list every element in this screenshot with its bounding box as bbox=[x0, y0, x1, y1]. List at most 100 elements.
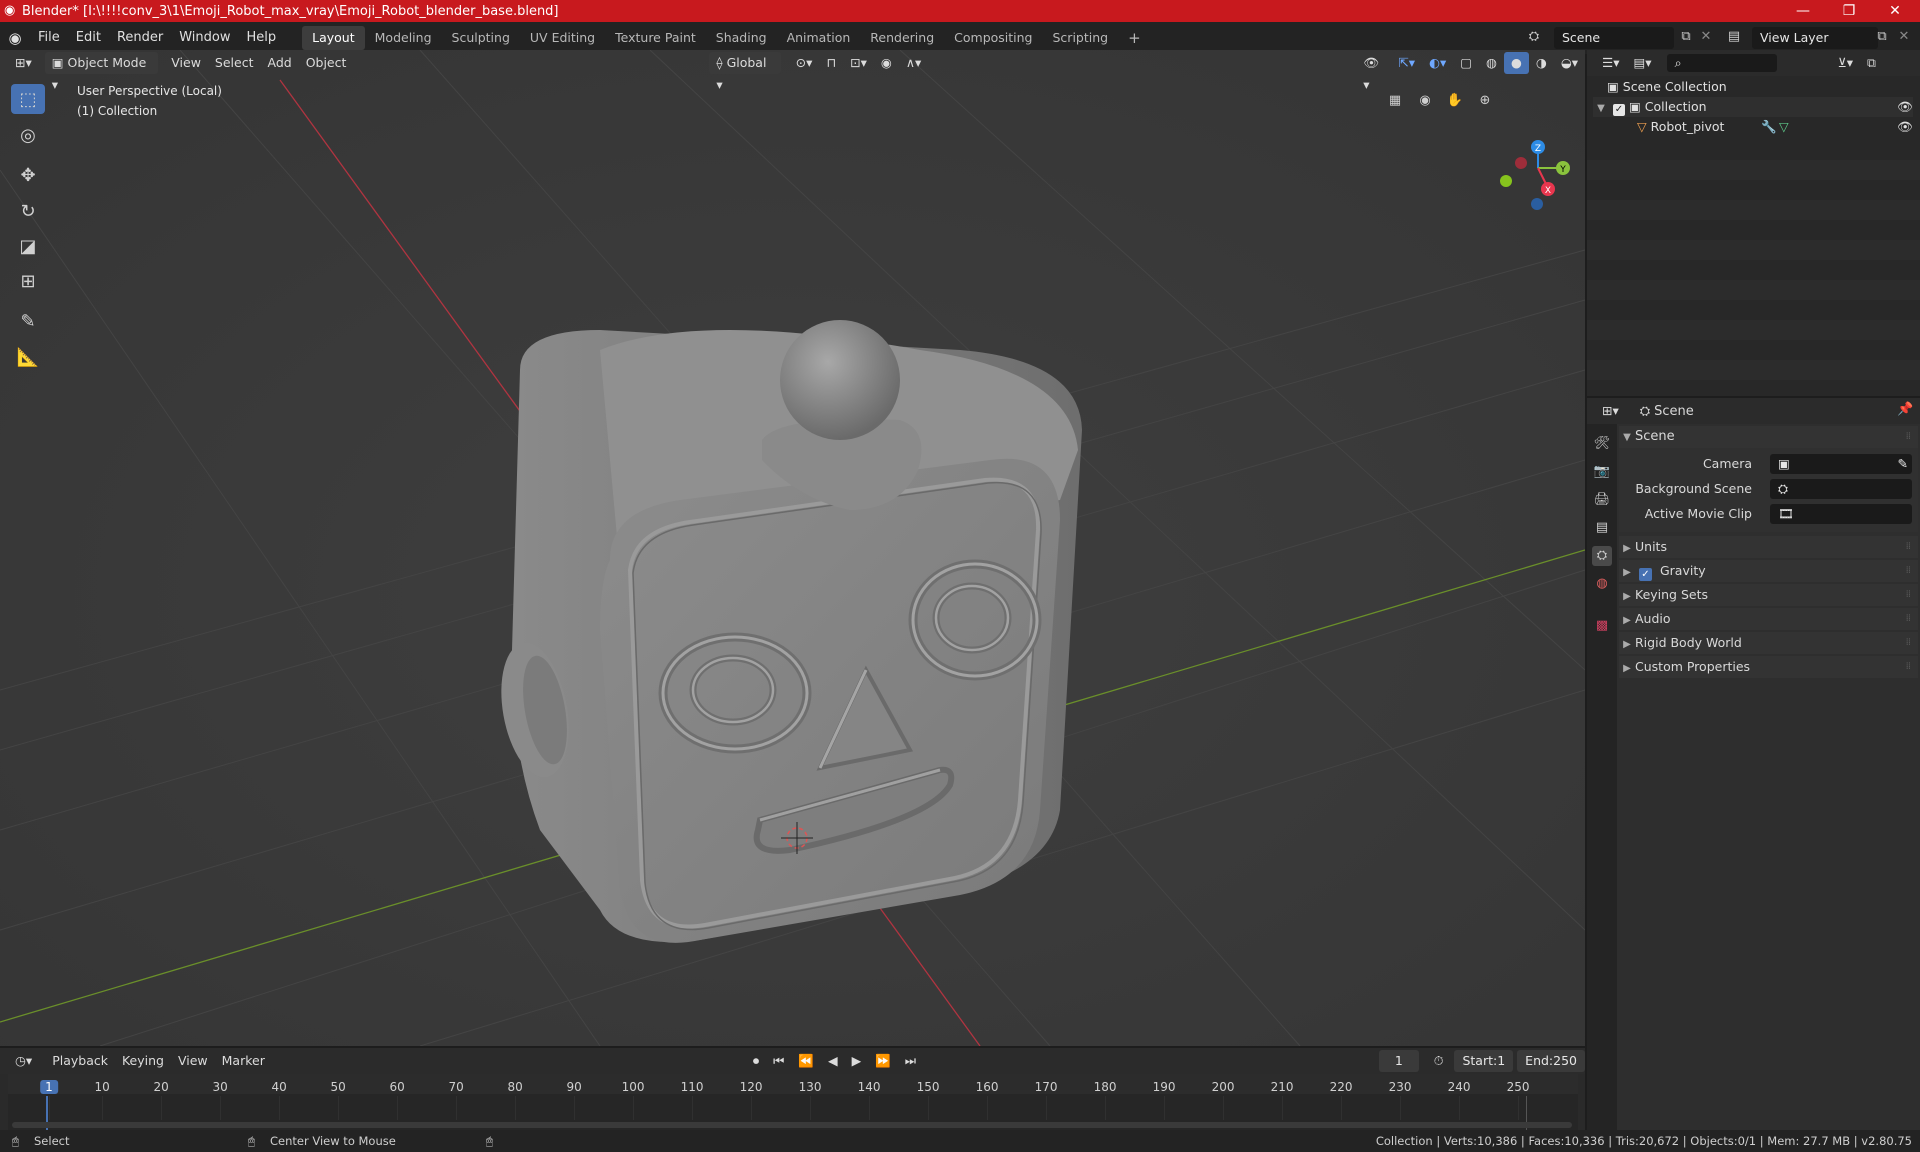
object-mode-dropdown[interactable]: ▣ Object Mode ▾ bbox=[44, 52, 159, 92]
viewport-canvas[interactable]: Z Y X bbox=[0, 50, 1585, 1046]
timeline-menu-marker[interactable]: Marker bbox=[215, 1050, 272, 1072]
mesh-data-icon[interactable]: ▽ bbox=[1779, 117, 1789, 137]
gravity-section[interactable]: ▶ ✓ Gravity ⁞⁞ bbox=[1619, 560, 1918, 582]
new-scene-icon[interactable]: ⧉ bbox=[1676, 27, 1696, 47]
jump-next-keyframe-icon[interactable]: ⏩ bbox=[868, 1050, 898, 1072]
new-view-layer-icon[interactable]: ⧉ bbox=[1872, 27, 1892, 47]
menu-render[interactable]: Render bbox=[109, 26, 171, 50]
tab-shading[interactable]: Shading bbox=[706, 26, 777, 50]
menu-file[interactable]: File bbox=[30, 26, 68, 50]
timeline-ruler[interactable]: 1 10 20 30 40 50 60 70 80 90 100 110 120 130 140 150 160… bbox=[8, 1074, 1578, 1130]
scene-field[interactable]: Scene bbox=[1554, 27, 1674, 49]
play-reverse-icon[interactable]: ◀ bbox=[821, 1050, 845, 1072]
material-shading-icon[interactable]: ◑ bbox=[1529, 52, 1554, 74]
pivot-point-icon[interactable]: ⊙▾ bbox=[789, 52, 820, 74]
proportional-edit-icon[interactable]: ◉ bbox=[874, 52, 899, 74]
drag-handle-icon[interactable]: ⁞⁞ bbox=[1906, 632, 1911, 654]
visibility-icon[interactable]: 👁▾ bbox=[1356, 52, 1391, 92]
output-properties-icon[interactable]: 🖨 bbox=[1592, 490, 1612, 510]
play-icon[interactable]: ▶ bbox=[845, 1050, 869, 1072]
timeline-scrollbar[interactable] bbox=[12, 1122, 1572, 1128]
add-workspace-button[interactable]: + bbox=[1118, 26, 1151, 50]
outliner-collection-row[interactable]: ▼ ✓ ▣ Collection 👁 bbox=[1593, 97, 1913, 117]
eye-icon[interactable]: 👁 bbox=[1897, 97, 1913, 117]
view-layer-field[interactable]: View Layer bbox=[1752, 27, 1878, 49]
measure-tool[interactable]: 📐 bbox=[11, 342, 45, 372]
rigid-body-world-section[interactable]: ▶ Rigid Body World ⁞⁞ bbox=[1619, 632, 1918, 654]
wireframe-shading-icon[interactable]: ◍ bbox=[1479, 52, 1504, 74]
render-properties-icon[interactable]: 📷 bbox=[1592, 462, 1612, 482]
jump-start-icon[interactable]: ⏮ bbox=[766, 1050, 791, 1072]
current-frame-field[interactable]: 1 bbox=[1379, 1050, 1419, 1072]
select-box-tool[interactable]: ⬚ bbox=[11, 84, 45, 114]
end-frame-field[interactable]: End: 250 bbox=[1517, 1050, 1585, 1072]
rotate-tool[interactable]: ↻ bbox=[11, 196, 45, 226]
overlay-toggle-icon[interactable]: ◐▾ bbox=[1422, 52, 1453, 74]
display-mode-icon[interactable]: ▤▾ bbox=[1626, 52, 1658, 74]
viewport-menu-object[interactable]: Object bbox=[299, 52, 354, 74]
audio-section[interactable]: ▶ Audio ⁞⁞ bbox=[1619, 608, 1918, 630]
checkbox-icon[interactable]: ✓ bbox=[1612, 104, 1625, 116]
jump-prev-keyframe-icon[interactable]: ⏪ bbox=[791, 1050, 821, 1072]
timeline-menu-keying[interactable]: Keying ▾ bbox=[115, 1050, 171, 1090]
tab-uv-editing[interactable]: UV Editing bbox=[520, 26, 605, 50]
active-movie-clip-field[interactable]: 🎞 bbox=[1770, 504, 1912, 524]
delete-scene-icon[interactable]: ✕ bbox=[1696, 27, 1716, 47]
menu-help[interactable]: Help bbox=[239, 26, 285, 50]
outliner-editor-icon[interactable]: ☰▾ bbox=[1595, 52, 1626, 74]
custom-properties-section[interactable]: ▶ Custom Properties ⁞⁞ bbox=[1619, 656, 1918, 678]
texture-properties-icon[interactable]: ▩ bbox=[1592, 616, 1612, 636]
annotate-tool[interactable]: ✎ bbox=[11, 306, 45, 336]
outliner-search-input[interactable]: ⌕ bbox=[1666, 54, 1777, 72]
properties-editor-icon[interactable]: ⊞▾ bbox=[1595, 400, 1626, 422]
snap-icon[interactable]: ⊓ bbox=[819, 52, 843, 74]
outliner-scene-collection-row[interactable]: ▣ Scene Collection bbox=[1607, 77, 1907, 97]
jump-end-icon[interactable]: ⏭ bbox=[898, 1050, 923, 1072]
editor-type-icon[interactable]: ⊞▾ bbox=[8, 52, 39, 74]
world-properties-icon[interactable]: ◍ bbox=[1592, 574, 1612, 594]
tab-rendering[interactable]: Rendering bbox=[860, 26, 944, 50]
drag-handle-icon[interactable]: ⁞⁞ bbox=[1906, 608, 1911, 630]
filter-icon[interactable]: ⊻▾ bbox=[1831, 52, 1860, 74]
zoom-icon[interactable]: ⊕ bbox=[1473, 89, 1497, 113]
viewport-menu-view[interactable]: View bbox=[164, 52, 208, 74]
stopwatch-icon[interactable]: ⏱ bbox=[1427, 1050, 1451, 1072]
cursor-tool[interactable]: ◎ bbox=[11, 120, 45, 150]
expand-triangle-icon[interactable]: ▼ bbox=[1593, 99, 1609, 119]
blender-menu-icon[interactable]: ◉ bbox=[0, 29, 30, 47]
drag-handle-icon[interactable]: ⁞⁞ bbox=[1906, 656, 1911, 678]
gravity-checkbox[interactable]: ✓ bbox=[1638, 568, 1652, 581]
move-tool[interactable]: ✥ bbox=[11, 160, 45, 190]
start-frame-field[interactable]: Start: 1 bbox=[1454, 1050, 1514, 1072]
minimize-button[interactable]: — bbox=[1780, 0, 1826, 22]
background-scene-field[interactable]: ⛭ bbox=[1770, 479, 1912, 499]
transform-orientation-dropdown[interactable]: ⟠ Global ▾ bbox=[709, 52, 781, 92]
viewport-menu-select[interactable]: Select bbox=[208, 52, 261, 74]
viewport-menu-add[interactable]: Add bbox=[260, 52, 298, 74]
viewport-3d[interactable]: Z Y X User Perspective (Local) (1) Colle… bbox=[0, 50, 1585, 1046]
units-section[interactable]: ▶ Units ⁞⁞ bbox=[1619, 536, 1918, 558]
modifier-wrench-icon[interactable]: 🔧 bbox=[1761, 117, 1777, 137]
tab-animation[interactable]: Animation bbox=[777, 26, 861, 50]
view-layer-icon[interactable]: ▤ bbox=[1724, 27, 1744, 47]
solid-shading-icon[interactable]: ● bbox=[1503, 52, 1529, 74]
toggle-camera-icon[interactable]: ▦ bbox=[1383, 89, 1407, 113]
scene-panel-header[interactable]: ▼ Scene ⁞⁞ bbox=[1619, 426, 1918, 448]
menu-edit[interactable]: Edit bbox=[68, 26, 109, 50]
eye-icon[interactable]: 👁 bbox=[1897, 117, 1913, 137]
drag-handle-icon[interactable]: ⁞⁞ bbox=[1906, 584, 1911, 606]
tab-scripting[interactable]: Scripting bbox=[1043, 26, 1119, 50]
proportional-falloff-icon[interactable]: ∧▾ bbox=[899, 52, 928, 74]
record-icon[interactable]: ⏺ bbox=[746, 1050, 766, 1072]
tab-layout[interactable]: Layout bbox=[302, 26, 365, 50]
view-layer-properties-icon[interactable]: ▤ bbox=[1592, 518, 1612, 538]
eyedropper-icon[interactable]: ✎ bbox=[1898, 454, 1908, 474]
robot-model[interactable] bbox=[492, 320, 1082, 943]
delete-view-layer-icon[interactable]: ✕ bbox=[1894, 27, 1914, 47]
scene-properties-icon[interactable]: ⛭ bbox=[1592, 546, 1612, 566]
timeline-menu-playback[interactable]: Playback ▾ bbox=[45, 1050, 115, 1090]
scene-selector-icon[interactable]: ⛭ bbox=[1524, 27, 1544, 47]
timeline-editor-icon[interactable]: ◷▾ bbox=[8, 1050, 39, 1072]
tab-sculpting[interactable]: Sculpting bbox=[442, 26, 520, 50]
menu-window[interactable]: Window bbox=[171, 26, 238, 50]
